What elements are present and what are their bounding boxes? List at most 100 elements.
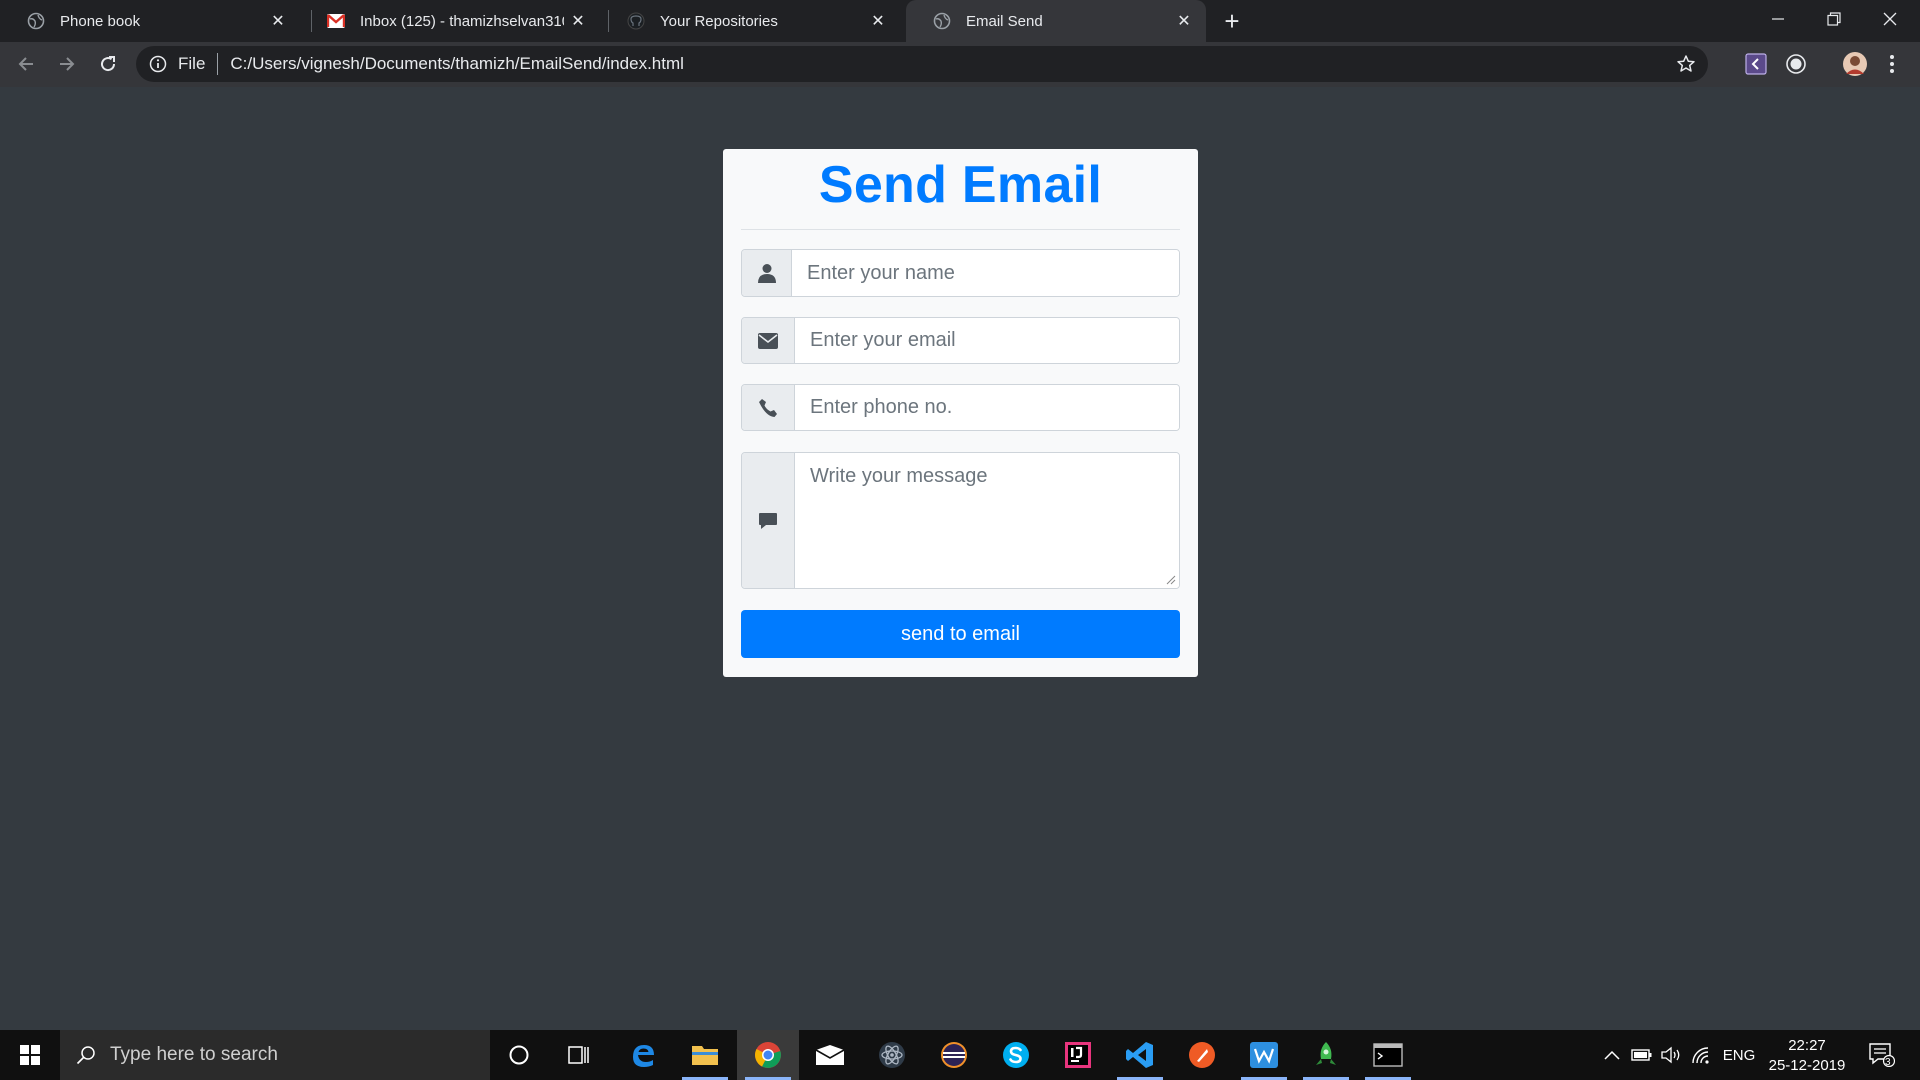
tab-email-send[interactable]: Email Send ✕ [906,0,1206,42]
minimize-button[interactable] [1750,0,1806,38]
atom-icon [879,1042,905,1068]
taskbar-search-box[interactable]: Type here to search [60,1030,490,1080]
restore-button[interactable] [1806,0,1862,38]
clock-time: 22:27 [1788,1037,1826,1054]
browser-menu-icon[interactable] [1880,52,1904,76]
user-icon [742,250,792,296]
tab-your-repositories[interactable]: Your Repositories ✕ [600,0,900,42]
extension-record-icon[interactable] [1784,52,1808,76]
profile-avatar[interactable] [1840,52,1870,76]
close-icon [1883,12,1897,26]
info-icon[interactable] [148,54,168,74]
intellij-icon [1065,1042,1091,1068]
edge-icon [633,1045,654,1067]
close-tab-icon[interactable]: ✕ [864,7,892,35]
windows-taskbar: Type here to search ENG 22:27 25-12-2019… [0,1030,1920,1080]
task-view-icon [568,1046,589,1064]
browser-toolbar: File C:/Users/vignesh/Documents/thamizh/… [0,42,1920,87]
battery-tray-button[interactable] [1628,1030,1656,1080]
phone-icon [742,385,795,430]
tab-title: Email Send [966,12,1043,30]
clock-date: 25-12-2019 [1768,1057,1846,1074]
close-window-button[interactable] [1862,0,1918,38]
taskbar-mail[interactable] [799,1030,861,1080]
tab-phone-book[interactable]: Phone book ✕ [0,0,300,42]
chrome-icon [755,1042,781,1068]
address-bar[interactable]: File C:/Users/vignesh/Documents/thamizh/… [136,46,1708,82]
send-email-card: Send Email send to [723,149,1198,677]
taskbar-chrome[interactable] [737,1030,799,1080]
globe-icon [932,11,952,31]
cortana-icon [509,1045,529,1065]
battery-icon [1631,1049,1652,1061]
taskbar-file-explorer[interactable] [674,1030,736,1080]
taskbar-intellij[interactable] [1047,1030,1109,1080]
volume-tray-button[interactable] [1658,1030,1686,1080]
tab-title: Phone book [60,12,141,30]
mail-icon [815,1045,845,1065]
rocket-icon [1316,1042,1336,1065]
search-placeholder: Type here to search [110,1044,278,1065]
start-button[interactable] [0,1030,60,1080]
tab-title: Inbox (125) - thamizhselvan310@ [360,12,564,30]
taskbar-writer[interactable] [1233,1030,1295,1080]
bookmark-star-icon[interactable] [1676,54,1696,74]
postman-icon [1189,1042,1215,1068]
task-view-button[interactable] [548,1030,610,1080]
url-scheme-label: File [178,54,206,73]
message-textarea[interactable] [795,453,1179,588]
restore-icon [1827,12,1841,26]
terminal-icon [1373,1043,1403,1067]
name-input[interactable] [792,250,1179,296]
email-input[interactable] [795,318,1179,363]
send-email-button[interactable]: send to email [741,610,1180,658]
browser-tab-strip: Phone book ✕ Inbox (125) - thamizhselvan… [0,0,1920,42]
forward-button[interactable] [51,48,83,80]
envelope-icon [742,318,795,363]
taskbar-skype[interactable] [985,1030,1047,1080]
close-tab-icon[interactable]: ✕ [564,7,592,35]
page-title: Send Email [818,156,1103,214]
globe-icon [26,11,46,31]
minimize-icon [1772,18,1784,20]
folder-icon [692,1046,718,1065]
language-indicator[interactable]: ENG [1718,1030,1760,1080]
email-input-group [741,317,1180,364]
reload-button[interactable] [92,48,124,80]
taskbar-terminal[interactable] [1357,1030,1419,1080]
show-hidden-icons-button[interactable] [1598,1030,1626,1080]
taskbar-eclipse[interactable] [923,1030,985,1080]
taskbar-postman[interactable] [1171,1030,1233,1080]
speaker-icon [1661,1046,1680,1064]
arrow-right-icon [60,57,75,71]
page-viewport: Send Email send to [0,87,1920,1030]
tab-inbox[interactable]: Inbox (125) - thamizhselvan310@ ✕ [300,0,600,42]
close-tab-icon[interactable]: ✕ [264,7,292,35]
eclipse-icon [941,1042,967,1068]
search-icon [76,1046,95,1065]
arrow-left-icon [18,57,33,71]
phone-input[interactable] [795,385,1179,430]
url-text[interactable]: C:/Users/vignesh/Documents/thamizh/Email… [230,54,684,74]
close-tab-icon[interactable]: ✕ [1170,7,1198,35]
taskbar-atom[interactable] [861,1030,923,1080]
resize-handle-icon[interactable] [1166,575,1176,585]
address-divider [217,53,219,75]
back-button[interactable] [10,48,42,80]
taskbar-vscode[interactable] [1109,1030,1171,1080]
action-center-button[interactable]: 3 [1862,1030,1902,1080]
taskbar-edge[interactable] [612,1030,674,1080]
vscode-icon [1126,1042,1153,1068]
github-icon [626,11,646,31]
cortana-button[interactable] [488,1030,550,1080]
new-tab-button[interactable]: + [1216,6,1248,36]
comment-icon [742,453,795,588]
extension-k-icon[interactable] [1744,52,1768,76]
tab-title: Your Repositories [660,12,778,30]
taskbar-clock[interactable]: 22:27 25-12-2019 [1762,1036,1852,1076]
network-tray-button[interactable] [1688,1030,1716,1080]
wifi-icon [1692,1047,1709,1064]
taskbar-robo3t[interactable] [1295,1030,1357,1080]
reload-icon [101,56,116,72]
phone-input-group [741,384,1180,431]
